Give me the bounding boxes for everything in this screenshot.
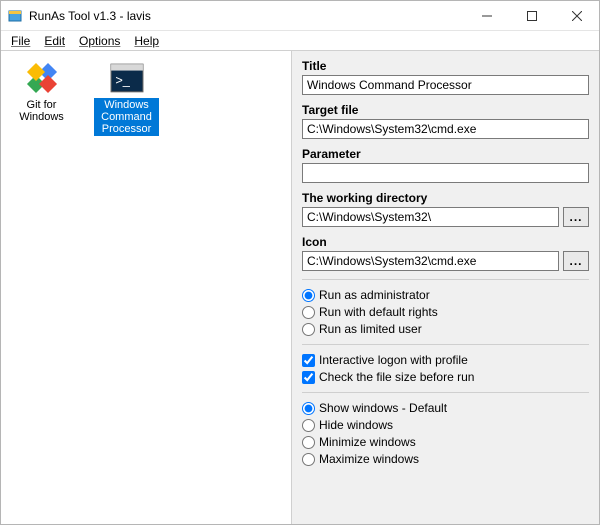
maximize-windows-label: Maximize windows [319,452,419,466]
git-icon [25,61,59,95]
content: Git for Windows >_ Windows Command Proce… [1,51,599,524]
title-label: Title [302,59,589,73]
run-limited-user-label: Run as limited user [319,322,422,336]
git-label: Git for Windows [9,98,74,124]
separator [302,279,589,280]
menu-edit[interactable]: Edit [38,33,71,49]
working-directory-label: The working directory [302,191,589,205]
close-button[interactable] [554,1,599,30]
parameter-input[interactable] [302,163,589,183]
interactive-logon-checkbox[interactable] [302,354,315,367]
menu-help[interactable]: Help [128,33,165,49]
separator [302,344,589,345]
working-directory-browse-button[interactable]: ... [563,207,589,227]
menubar: File Edit Options Help [1,31,599,51]
run-default-rights-label: Run with default rights [319,305,438,319]
icon-input[interactable] [302,251,559,271]
svg-text:>_: >_ [115,72,130,87]
menu-options[interactable]: Options [73,33,126,49]
interactive-logon-label: Interactive logon with profile [319,353,468,367]
show-windows-default-radio[interactable] [302,402,315,415]
cmd-label: Windows Command Processor [94,98,159,136]
working-directory-input[interactable] [302,207,559,227]
run-default-rights-radio[interactable] [302,306,315,319]
separator [302,392,589,393]
minimize-button[interactable] [464,1,509,30]
maximize-button[interactable] [509,1,554,30]
hide-windows-radio[interactable] [302,419,315,432]
run-as-administrator-radio[interactable] [302,289,315,302]
menu-file[interactable]: File [5,33,36,49]
icon-field-label: Icon [302,235,589,249]
title-input[interactable] [302,75,589,95]
check-filesize-checkbox[interactable] [302,371,315,384]
icon-git-for-windows[interactable]: Git for Windows [9,61,74,124]
titlebar: RunAs Tool v1.3 - lavis [1,1,599,31]
icon-windows-command-processor[interactable]: >_ Windows Command Processor [94,61,159,136]
show-windows-default-label: Show windows - Default [319,401,447,415]
app-icon [7,8,23,24]
cmd-icon: >_ [110,61,144,95]
icon-pane[interactable]: Git for Windows >_ Windows Command Proce… [1,51,291,524]
window-title: RunAs Tool v1.3 - lavis [29,9,464,23]
icon-browse-button[interactable]: ... [563,251,589,271]
run-limited-user-radio[interactable] [302,323,315,336]
parameter-label: Parameter [302,147,589,161]
target-file-input[interactable] [302,119,589,139]
properties-pane: Title Target file Parameter The working … [291,51,599,524]
minimize-windows-radio[interactable] [302,436,315,449]
run-as-administrator-label: Run as administrator [319,288,430,302]
maximize-windows-radio[interactable] [302,453,315,466]
minimize-windows-label: Minimize windows [319,435,416,449]
target-file-label: Target file [302,103,589,117]
check-filesize-label: Check the file size before run [319,370,474,384]
hide-windows-label: Hide windows [319,418,393,432]
